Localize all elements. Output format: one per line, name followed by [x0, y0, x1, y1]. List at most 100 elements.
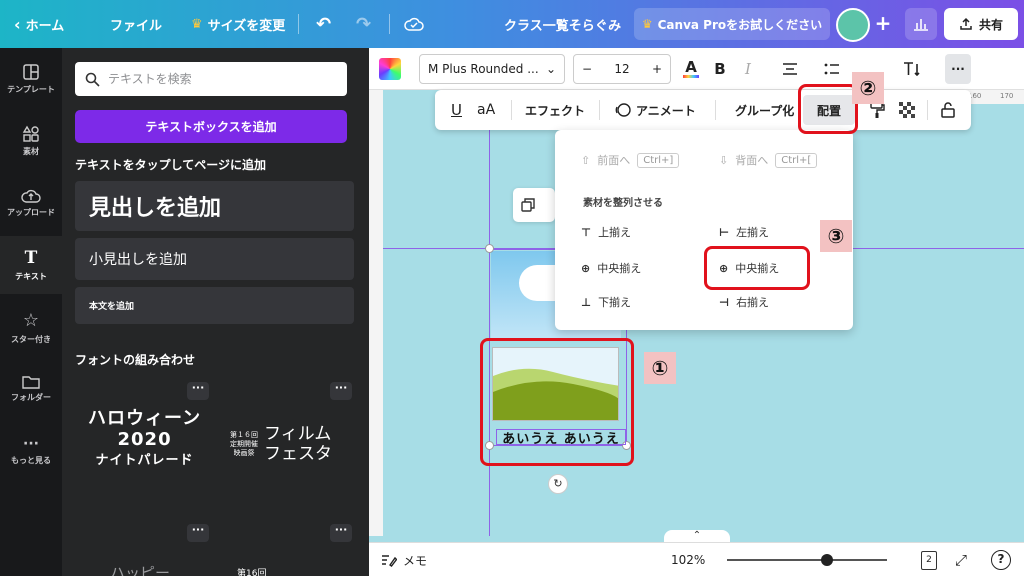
- upload-icon: [960, 17, 972, 30]
- share-button[interactable]: 共有: [944, 8, 1018, 40]
- zoom-level[interactable]: 102%: [671, 543, 705, 576]
- chevron-down-icon: ⌄: [545, 62, 556, 76]
- undo-icon[interactable]: ↶: [316, 0, 331, 48]
- combo-options-button[interactable]: ···: [330, 524, 352, 542]
- align-top-item[interactable]: ⊤ 上揃え: [581, 224, 631, 240]
- side-rail: テンプレート 素材 アップロード T テキスト ☆ スター付き フォルダー ··…: [0, 48, 62, 576]
- font-combo-film[interactable]: 第１６回 定期開催 映画祭 フィルム フェスタ: [230, 424, 332, 464]
- redo-icon[interactable]: ↷: [356, 0, 371, 48]
- animate-icon: [615, 103, 631, 117]
- add-subheading-button[interactable]: 小見出しを追加: [75, 238, 354, 280]
- add-member-button[interactable]: +: [871, 12, 895, 36]
- add-body-button[interactable]: 本文を追加: [75, 287, 354, 324]
- annotation-badge-3: ③: [820, 220, 852, 252]
- text-color-swatch[interactable]: [377, 54, 403, 84]
- bold-icon[interactable]: B: [711, 54, 729, 84]
- font-combos-title: フォントの組み合わせ: [75, 353, 196, 367]
- divider: [389, 14, 390, 34]
- file-menu[interactable]: ファイル: [110, 0, 162, 48]
- rail-item-text[interactable]: T テキスト: [0, 236, 62, 294]
- lock-icon[interactable]: [941, 95, 955, 125]
- rail-item-folder[interactable]: フォルダー: [0, 360, 62, 418]
- element-quick-toolbar[interactable]: [513, 188, 555, 222]
- arrange-dropdown: ⇧ 前面へ Ctrl+] ⇩ 背面へ Ctrl+[ 素材を整列させる ⊤ 上揃え…: [555, 130, 853, 330]
- cloud-save-icon[interactable]: [404, 0, 424, 48]
- combo-options-button[interactable]: ···: [187, 524, 209, 542]
- align-center-icon[interactable]: [779, 54, 801, 84]
- resize-handle[interactable]: [485, 244, 494, 253]
- search-box[interactable]: [75, 62, 347, 96]
- analytics-icon[interactable]: [905, 8, 937, 40]
- add-heading-button[interactable]: 見出しを追加: [75, 181, 354, 231]
- align-left-icon: ⊢: [719, 225, 730, 239]
- align-right-item[interactable]: ⊣ 右揃え: [719, 294, 769, 310]
- font-combo-halloween[interactable]: ハロウィーン 2020 ナイトパレード: [88, 408, 201, 471]
- search-input[interactable]: [108, 72, 328, 86]
- bring-forward-item[interactable]: ⇧ 前面へ Ctrl+]: [581, 152, 680, 168]
- crown-icon: ♛: [191, 16, 203, 32]
- effects-button[interactable]: エフェクト: [525, 95, 585, 125]
- avatar[interactable]: [836, 8, 870, 42]
- notes-button[interactable]: メモ: [381, 543, 427, 576]
- page-count-button[interactable]: 2: [921, 551, 937, 570]
- help-button[interactable]: ?: [991, 543, 1011, 576]
- align-left-item[interactable]: ⊢ 左揃え: [719, 224, 769, 240]
- search-icon: [85, 72, 100, 87]
- align-bottom-item[interactable]: ⊥ 下揃え: [581, 294, 631, 310]
- annotation-box-3: [704, 246, 810, 290]
- home-button[interactable]: ‹ ホーム: [14, 0, 64, 48]
- elements-icon: [22, 125, 39, 142]
- transparency-icon[interactable]: [899, 95, 915, 125]
- zoom-slider[interactable]: [727, 559, 887, 561]
- element-toolbar: U aA エフェクト アニメート グループ化 配置: [435, 90, 971, 130]
- help-icon: ?: [991, 550, 1011, 570]
- fullscreen-icon[interactable]: ⤢: [955, 543, 967, 576]
- annotation-box-2: [798, 84, 858, 134]
- rotate-icon[interactable]: ↻: [548, 474, 568, 494]
- font-combo-16th[interactable]: 第16回: [237, 566, 266, 576]
- top-bar: ‹ ホーム ファイル ♛ サイズを変更 ↶ ↷ クラス一覧そらぐみ ♛ Canv…: [0, 0, 1024, 48]
- try-pro-button[interactable]: ♛ Canva Proをお試しください: [634, 8, 830, 40]
- align-middle-item[interactable]: ⊕ 中央揃え: [581, 260, 641, 276]
- font-size-stepper[interactable]: − 12 +: [573, 54, 671, 84]
- divider: [599, 100, 600, 120]
- increase-size-button[interactable]: +: [652, 62, 662, 76]
- crown-icon: ♛: [641, 17, 653, 31]
- divider: [511, 100, 512, 120]
- rail-item-template[interactable]: テンプレート: [0, 50, 62, 108]
- combo-options-button[interactable]: ···: [330, 382, 352, 400]
- resize-button[interactable]: ♛ サイズを変更: [191, 0, 285, 48]
- text-icon: T: [24, 248, 38, 268]
- text-color-icon[interactable]: A: [681, 54, 701, 84]
- annotation-badge-2: ②: [852, 72, 884, 104]
- align-bottom-icon: ⊥: [581, 295, 592, 309]
- annotation-badge-1: ①: [644, 352, 676, 384]
- divider: [927, 100, 928, 120]
- animate-button[interactable]: アニメート: [615, 95, 696, 125]
- font-family-select[interactable]: M Plus Rounded ... ⌄: [419, 54, 565, 84]
- group-button[interactable]: グループ化: [735, 95, 794, 125]
- vertical-ruler: [369, 90, 383, 536]
- bottom-bar: メモ 102% 2 ⤢ ?: [369, 542, 1024, 576]
- rail-item-upload[interactable]: アップロード: [0, 174, 62, 232]
- divider: [298, 14, 299, 34]
- rail-item-elements[interactable]: 素材: [0, 112, 62, 170]
- text-direction-icon[interactable]: [899, 54, 923, 84]
- add-textbox-button[interactable]: テキストボックスを追加: [75, 110, 347, 143]
- combo-options-button[interactable]: ···: [187, 382, 209, 400]
- bullet-list-icon[interactable]: [821, 54, 843, 84]
- font-combo-happy[interactable]: ハッピー: [110, 562, 170, 576]
- letter-spacing-icon[interactable]: aA: [477, 95, 495, 125]
- decrease-size-button[interactable]: −: [582, 62, 592, 76]
- rail-item-starred[interactable]: ☆ スター付き: [0, 298, 62, 356]
- zoom-slider-knob[interactable]: [821, 554, 833, 566]
- divider: [715, 100, 716, 120]
- document-title[interactable]: クラス一覧そらぐみ: [504, 0, 621, 48]
- duplicate-icon[interactable]: [521, 198, 535, 212]
- italic-icon[interactable]: I: [739, 54, 757, 84]
- send-backward-item[interactable]: ⇩ 背面へ Ctrl+[: [719, 152, 818, 168]
- more-options-button[interactable]: ···: [945, 54, 971, 84]
- rail-item-more[interactable]: ··· もっと見る: [0, 422, 62, 480]
- font-size-value[interactable]: 12: [614, 62, 629, 76]
- underline-icon[interactable]: U: [451, 95, 462, 125]
